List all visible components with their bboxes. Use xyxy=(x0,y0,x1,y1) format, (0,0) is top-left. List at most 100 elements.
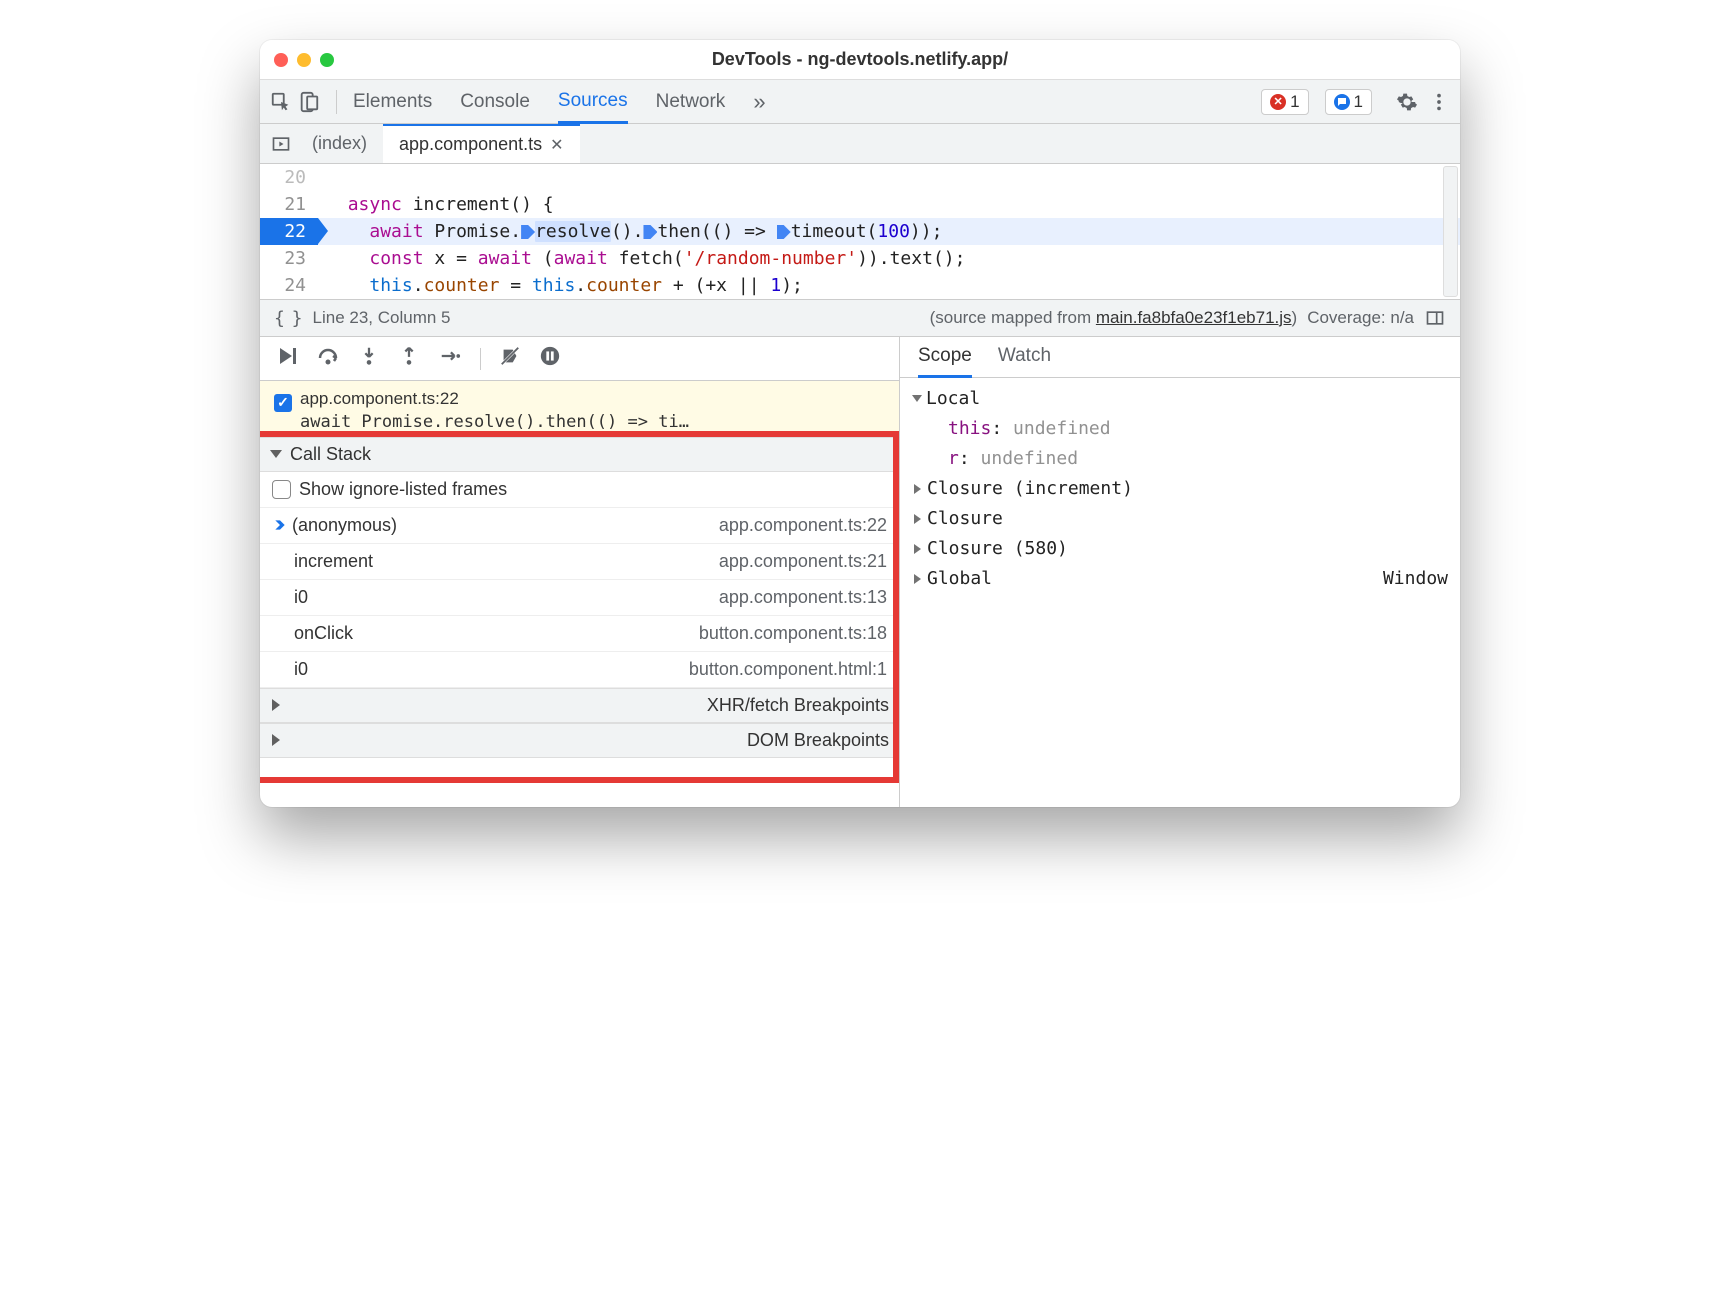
toolbar-divider xyxy=(480,348,481,370)
deactivate-breakpoints-icon[interactable] xyxy=(499,345,521,372)
main-toolbar: Elements Console Sources Network » ✕ 1 1 xyxy=(260,80,1460,124)
scope-tree[interactable]: Local this: undefined r: undefined Closu… xyxy=(900,378,1460,600)
breakpoint-snippet: await Promise.resolve().then(() => ti… xyxy=(274,412,885,432)
line-number: 20 xyxy=(260,164,318,191)
editor-scrollbar[interactable] xyxy=(1443,166,1458,297)
step-marker-icon xyxy=(643,225,657,239)
scope-closure[interactable]: Closure xyxy=(927,508,1003,529)
debugger-toolbar xyxy=(260,337,899,381)
resume-icon[interactable] xyxy=(274,344,298,373)
step-over-icon[interactable] xyxy=(316,344,340,373)
settings-icon[interactable] xyxy=(1396,91,1418,113)
message-count-badge[interactable]: 1 xyxy=(1325,89,1372,115)
source-map-link[interactable]: main.fa8bfa0e23f1eb71.js xyxy=(1096,308,1292,327)
breakpoint-checkbox[interactable] xyxy=(274,394,292,412)
file-tab-index[interactable]: (index) xyxy=(296,124,383,163)
file-tabs: (index) app.component.ts ✕ xyxy=(260,124,1460,164)
dom-breakpoints-header[interactable]: DOM Breakpoints xyxy=(260,723,899,758)
navigator-toggle-icon[interactable] xyxy=(270,133,292,155)
code-line: this.counter = this.counter + (+x || 1); xyxy=(318,272,1460,299)
scope-value: undefined xyxy=(981,448,1079,469)
debugger-right-panel: Scope Watch Local this: undefined r: und… xyxy=(900,337,1460,807)
tab-elements[interactable]: Elements xyxy=(353,80,432,123)
call-stack-frame[interactable]: i0 app.component.ts:13 xyxy=(260,580,899,616)
tab-network[interactable]: Network xyxy=(656,80,726,123)
inspect-element-icon[interactable] xyxy=(270,91,292,113)
frame-location: app.component.ts:22 xyxy=(719,515,887,536)
code-line-current: await Promise.resolve().then(() => timeo… xyxy=(318,218,1460,245)
step-into-icon[interactable] xyxy=(358,345,380,372)
scope-global[interactable]: Global xyxy=(927,568,992,589)
tab-console[interactable]: Console xyxy=(460,80,530,123)
step-marker-icon xyxy=(521,225,535,239)
debugger-panels: app.component.ts:22 await Promise.resolv… xyxy=(260,337,1460,807)
debugger-left-panel: app.component.ts:22 await Promise.resolv… xyxy=(260,337,900,807)
kebab-menu-icon[interactable] xyxy=(1428,91,1450,113)
window-titlebar: DevTools - ng-devtools.netlify.app/ xyxy=(260,40,1460,80)
line-number[interactable]: 22 xyxy=(260,218,318,245)
tab-scope[interactable]: Scope xyxy=(918,345,972,378)
scope-closure[interactable]: Closure (increment) xyxy=(927,478,1133,499)
message-icon xyxy=(1334,94,1350,110)
tab-sources[interactable]: Sources xyxy=(558,81,628,124)
pretty-print-icon[interactable]: { } xyxy=(274,308,301,329)
toolbar-separator xyxy=(336,90,337,114)
checkbox[interactable] xyxy=(272,480,291,499)
tab-watch[interactable]: Watch xyxy=(998,345,1051,377)
code-editor[interactable]: 20 21 async increment() { 22 await Promi… xyxy=(260,164,1460,299)
frame-function: (anonymous) xyxy=(292,515,397,535)
xhr-breakpoints-header[interactable]: XHR/fetch Breakpoints xyxy=(260,688,899,723)
frame-function: increment xyxy=(294,551,373,571)
error-count: 1 xyxy=(1290,92,1299,112)
chevron-right-icon xyxy=(914,544,921,554)
chevron-right-icon xyxy=(914,514,921,524)
scope-value: undefined xyxy=(1013,418,1111,439)
step-marker-icon xyxy=(777,225,791,239)
frame-location: button.component.ts:18 xyxy=(699,623,887,644)
editor-status-bar: { } Line 23, Column 5 (source mapped fro… xyxy=(260,299,1460,337)
scope-watch-tabs: Scope Watch xyxy=(900,337,1460,378)
call-stack-frame[interactable]: i0 button.component.html:1 xyxy=(260,652,899,688)
scope-local[interactable]: Local xyxy=(926,388,980,409)
file-tab-label: app.component.ts xyxy=(399,134,542,155)
window-title: DevTools - ng-devtools.netlify.app/ xyxy=(260,49,1460,70)
source-map-info: (source mapped from main.fa8bfa0e23f1eb7… xyxy=(930,308,1298,328)
scope-value: Window xyxy=(1383,564,1448,594)
coverage-info: Coverage: n/a xyxy=(1307,308,1414,328)
error-count-badge[interactable]: ✕ 1 xyxy=(1261,89,1308,115)
step-icon[interactable] xyxy=(438,345,462,372)
step-out-icon[interactable] xyxy=(398,345,420,372)
frame-function: i0 xyxy=(294,659,308,679)
line-number[interactable]: 21 xyxy=(260,191,318,218)
file-tab-label: (index) xyxy=(312,133,367,154)
sidebar-toggle-icon[interactable] xyxy=(1424,307,1446,329)
chevron-right-icon xyxy=(914,484,921,494)
call-stack-header[interactable]: Call Stack xyxy=(260,437,899,472)
frame-location: button.component.html:1 xyxy=(689,659,887,680)
show-ignored-frames-row[interactable]: Show ignore-listed frames xyxy=(260,472,899,508)
frame-function: i0 xyxy=(294,587,308,607)
chevron-right-icon xyxy=(272,734,737,746)
chevron-down-icon xyxy=(912,395,922,402)
more-tabs-icon[interactable]: » xyxy=(753,89,765,115)
breakpoint-location[interactable]: app.component.ts:22 xyxy=(300,389,459,408)
frame-location: app.component.ts:13 xyxy=(719,587,887,608)
pause-on-exceptions-icon[interactable] xyxy=(539,345,561,372)
frame-location: app.component.ts:21 xyxy=(719,551,887,572)
line-number[interactable]: 24 xyxy=(260,272,318,299)
close-icon[interactable]: ✕ xyxy=(550,135,563,155)
call-stack-frame[interactable]: (anonymous) app.component.ts:22 xyxy=(260,508,899,544)
cursor-position: Line 23, Column 5 xyxy=(313,308,451,328)
chevron-right-icon xyxy=(914,574,921,584)
file-tab-app-component[interactable]: app.component.ts ✕ xyxy=(383,124,580,163)
device-toolbar-icon[interactable] xyxy=(298,91,320,113)
line-number[interactable]: 23 xyxy=(260,245,318,272)
devtools-window: DevTools - ng-devtools.netlify.app/ Elem… xyxy=(260,40,1460,807)
error-icon: ✕ xyxy=(1270,94,1286,110)
panel-tabs: Elements Console Sources Network » xyxy=(353,80,766,123)
message-count: 1 xyxy=(1354,92,1363,112)
call-stack-frame[interactable]: increment app.component.ts:21 xyxy=(260,544,899,580)
scope-closure[interactable]: Closure (580) xyxy=(927,538,1068,559)
paused-message: app.component.ts:22 await Promise.resolv… xyxy=(260,381,899,437)
call-stack-frame[interactable]: onClickbutton.component.ts:18 xyxy=(260,616,899,652)
